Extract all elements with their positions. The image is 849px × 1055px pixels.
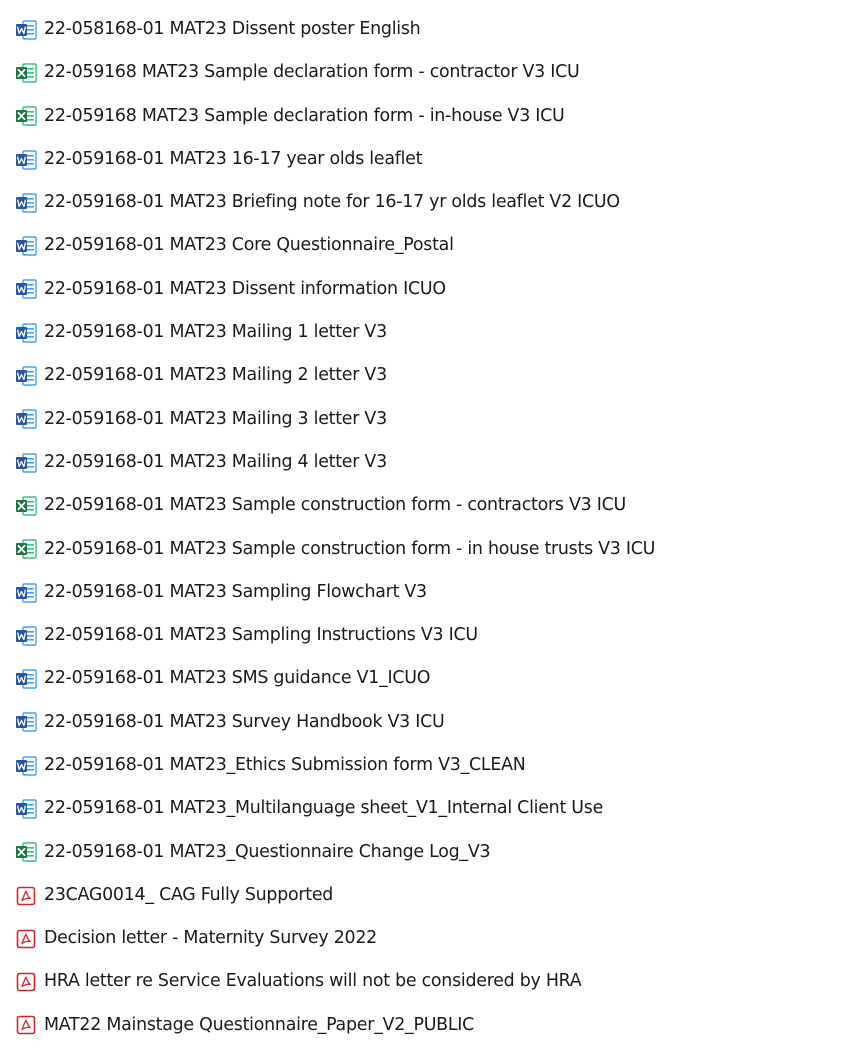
word-doc-icon <box>16 799 37 819</box>
file-list-item[interactable]: 22-059168-01 MAT23 Dissent information I… <box>14 268 849 311</box>
word-doc-icon <box>16 669 37 689</box>
file-list-item[interactable]: 22-059168-01 MAT23_Questionnaire Change … <box>14 831 849 874</box>
file-list-item[interactable]: Decision letter - Maternity Survey 2022 <box>14 917 849 960</box>
excel-sheet-icon <box>16 496 37 516</box>
file-name: 22-059168-01 MAT23 SMS guidance V1_ICUO <box>44 668 431 689</box>
excel-sheet-icon <box>16 842 37 862</box>
file-name: 22-058168-01 MAT23 Dissent poster Englis… <box>44 18 421 39</box>
file-name: HRA letter re Service Evaluations will n… <box>44 971 582 992</box>
file-list-item[interactable]: 22-059168-01 MAT23 SMS guidance V1_ICUO <box>14 657 849 700</box>
excel-sheet-icon <box>16 63 37 83</box>
word-doc-icon <box>16 149 37 170</box>
file-name: 22-059168-01 MAT23 Survey Handbook V3 IC… <box>44 711 445 732</box>
file-list-item[interactable]: 22-059168-01 MAT23 Mailing 2 letter V3 <box>14 354 849 397</box>
file-name: 23CAG0014_ CAG Fully Supported <box>44 884 334 905</box>
word-doc-icon <box>16 626 37 646</box>
file-name: 22-059168-01 MAT23_Multilanguage sheet_V… <box>44 798 604 819</box>
pdf-file-icon <box>16 1016 36 1035</box>
file-list-item[interactable]: 22-059168-01 MAT23_Ethics Submission for… <box>14 744 849 787</box>
file-name: 22-059168-01 MAT23 Sampling Flowchart V3 <box>44 581 427 602</box>
word-doc-icon <box>14 624 38 648</box>
file-list-item[interactable]: 22-059168 MAT23 Sample declaration form … <box>14 95 849 138</box>
file-list-item[interactable]: 22-059168-01 MAT23 Briefing note for 16-… <box>14 181 849 224</box>
file-name: 22-059168-01 MAT23 Mailing 4 letter V3 <box>44 451 387 472</box>
word-doc-icon <box>14 148 38 172</box>
file-list-item[interactable]: 22-059168-01 MAT23 16-17 year olds leafl… <box>14 138 849 181</box>
file-list-item[interactable]: 22-059168-01 MAT23 Sample construction f… <box>14 484 849 527</box>
excel-sheet-icon <box>14 61 38 85</box>
file-list-item[interactable]: 22-059168-01 MAT23 Mailing 1 letter V3 <box>14 311 849 354</box>
file-list-item[interactable]: 22-059168-01 MAT23 Mailing 4 letter V3 <box>14 441 849 484</box>
file-name: 22-059168-01 MAT23 Dissent information I… <box>44 278 446 299</box>
file-list-item[interactable]: 23CAG0014_ CAG Fully Supported <box>14 874 849 917</box>
word-doc-icon <box>16 582 37 603</box>
pdf-file-icon <box>14 927 38 951</box>
excel-sheet-icon <box>14 840 38 864</box>
word-doc-icon <box>14 321 38 345</box>
excel-sheet-icon <box>14 537 38 561</box>
word-doc-icon <box>14 667 38 691</box>
file-name: 22-059168-01 MAT23 Briefing note for 16-… <box>44 192 620 213</box>
file-name: 22-059168-01 MAT23 Sample construction f… <box>44 538 656 559</box>
word-doc-icon <box>16 19 37 40</box>
excel-sheet-icon <box>16 539 37 559</box>
pdf-file-icon <box>14 1013 38 1037</box>
word-doc-icon <box>16 323 37 343</box>
file-list-item[interactable]: 22-059168-01 MAT23 Sample construction f… <box>14 528 849 571</box>
file-list-item[interactable]: 22-059168-01 MAT23 Sampling Flowchart V3 <box>14 571 849 614</box>
file-name: 22-059168 MAT23 Sample declaration form … <box>44 62 580 83</box>
file-name: 22-059168-01 MAT23_Questionnaire Change … <box>44 841 491 862</box>
word-doc-icon <box>14 407 38 431</box>
word-doc-icon <box>14 277 38 301</box>
file-list-item[interactable]: 22-058168-01 MAT23 Dissent poster Englis… <box>14 8 849 51</box>
file-list-item[interactable]: 22-059168-01 MAT23 Survey Handbook V3 IC… <box>14 701 849 744</box>
pdf-file-icon <box>14 884 38 908</box>
pdf-file-icon <box>16 972 36 992</box>
word-doc-icon <box>16 236 37 256</box>
word-doc-icon <box>14 234 38 258</box>
word-doc-icon <box>16 279 37 300</box>
pdf-file-icon <box>14 970 38 994</box>
word-doc-icon <box>16 409 37 430</box>
file-name: Decision letter - Maternity Survey 2022 <box>44 928 377 949</box>
file-name: 22-059168-01 MAT23 Mailing 1 letter V3 <box>44 322 387 343</box>
word-doc-icon <box>16 712 37 733</box>
word-doc-icon <box>14 710 38 734</box>
file-list-item[interactable]: 22-059168-01 MAT23 Mailing 3 letter V3 <box>14 398 849 441</box>
file-list-item[interactable]: 22-059168-01 MAT23 Core Questionnaire_Po… <box>14 224 849 267</box>
file-name: MAT22 Mainstage Questionnaire_Paper_V2_P… <box>44 1014 475 1035</box>
word-doc-icon <box>14 18 38 42</box>
file-name: 22-059168-01 MAT23 Sample construction f… <box>44 495 626 516</box>
file-name: 22-059168-01 MAT23_Ethics Submission for… <box>44 754 526 775</box>
file-name: 22-059168-01 MAT23 Core Questionnaire_Po… <box>44 235 454 256</box>
word-doc-icon <box>14 191 38 215</box>
excel-sheet-icon <box>14 104 38 128</box>
word-doc-icon <box>14 754 38 778</box>
word-doc-icon <box>16 452 37 473</box>
excel-sheet-icon <box>14 494 38 518</box>
file-list-item[interactable]: 22-059168-01 MAT23_Multilanguage sheet_V… <box>14 787 849 830</box>
word-doc-icon <box>16 366 37 386</box>
file-name: 22-059168-01 MAT23 Mailing 2 letter V3 <box>44 365 387 386</box>
file-list-item[interactable]: 22-059168 MAT23 Sample declaration form … <box>14 51 849 94</box>
word-doc-icon <box>14 364 38 388</box>
excel-sheet-icon <box>16 106 37 126</box>
file-list-item[interactable]: HRA letter re Service Evaluations will n… <box>14 961 849 1004</box>
word-doc-icon <box>14 797 38 821</box>
file-name: 22-059168 MAT23 Sample declaration form … <box>44 105 565 126</box>
pdf-file-icon <box>16 929 36 949</box>
word-doc-icon <box>16 193 37 213</box>
file-list-item[interactable]: 22-059168-01 MAT23 Sampling Instructions… <box>14 614 849 657</box>
file-list-item[interactable]: MAT22 Mainstage Questionnaire_Paper_V2_P… <box>14 1004 849 1047</box>
file-list: 22-058168-01 MAT23 Dissent poster Englis… <box>14 8 849 1047</box>
word-doc-icon <box>16 755 37 776</box>
file-name: 22-059168-01 MAT23 16-17 year olds leafl… <box>44 148 423 169</box>
file-name: 22-059168-01 MAT23 Mailing 3 letter V3 <box>44 408 387 429</box>
word-doc-icon <box>14 451 38 475</box>
word-doc-icon <box>14 581 38 605</box>
file-name: 22-059168-01 MAT23 Sampling Instructions… <box>44 625 478 646</box>
pdf-file-icon <box>16 886 36 905</box>
